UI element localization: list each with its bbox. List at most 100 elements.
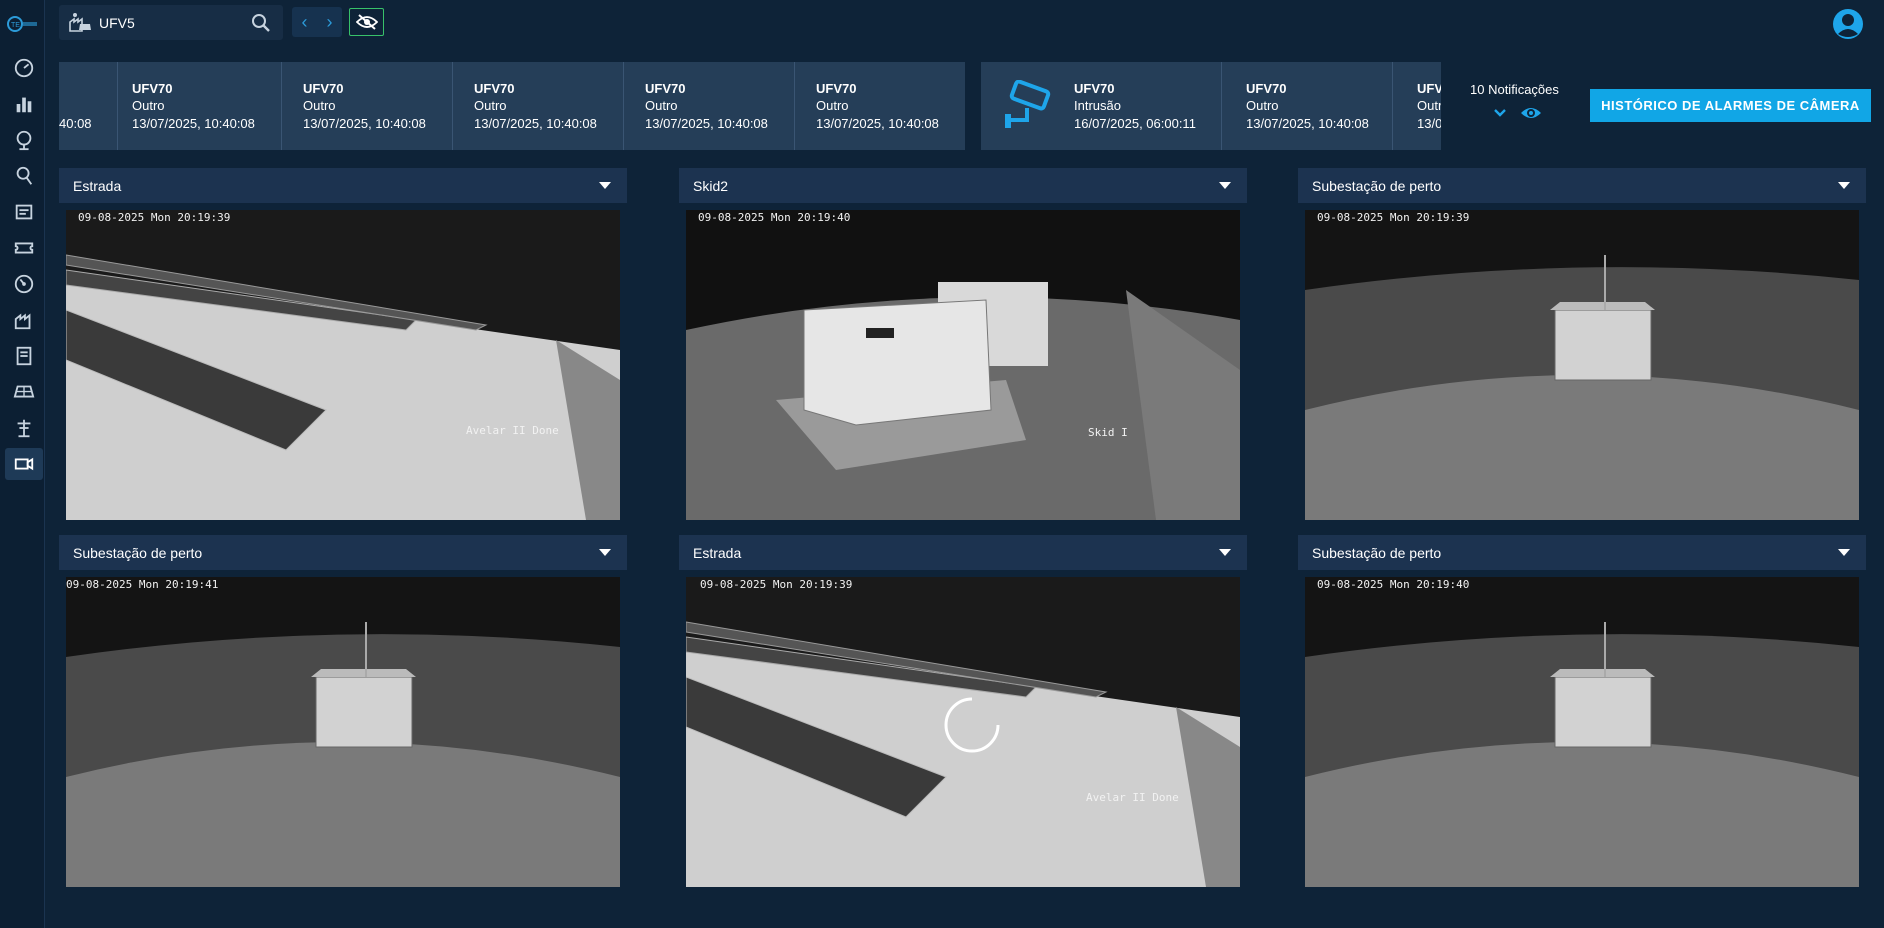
sidebar-item-charts[interactable] [5, 88, 43, 120]
site-navigation: ‹ › [292, 7, 342, 37]
alarm-plant: UFV70 [816, 81, 857, 96]
loading-spinner-icon [944, 697, 1000, 753]
notifications-count: 10 Notificações [1470, 82, 1559, 97]
camera-select-dropdown[interactable]: Skid2 [679, 168, 1247, 203]
alarm-plant: UFV70 [132, 81, 173, 96]
sidebar-item-documents[interactable] [5, 196, 43, 228]
caret-down-icon [599, 182, 611, 189]
alarm-card[interactable]: UFV70 Outro 13/07/2025, 10:40:08 [1222, 62, 1393, 150]
alarm-time: 13/07/2025, 10:40:08 [645, 116, 768, 131]
camera-select-dropdown[interactable]: Estrada [59, 168, 627, 203]
solar-panel-icon [13, 385, 35, 398]
skid-container-scene [686, 210, 1240, 520]
alarm-card[interactable]: UFV Outr 13/0 [1393, 62, 1441, 150]
sidebar-item-plant[interactable] [5, 304, 43, 336]
site-name: UFV5 [99, 15, 135, 31]
camera-select-dropdown[interactable]: Estrada [679, 535, 1247, 570]
plant-icon [14, 313, 31, 330]
alarm-card[interactable]: UFV70 Outro 13/07/2025, 10:40:08 [111, 62, 282, 150]
camera-tile: Estrada 09-08-2025 Mon 20:19:39 Avelar I… [679, 535, 1247, 893]
alarm-type: Outro [303, 98, 336, 113]
report-icon [16, 346, 32, 366]
alarm-plant: UFV70 [1246, 81, 1287, 96]
camera-feed[interactable]: 09-08-2025 Mon 20:19:39 Avelar II Done [66, 210, 620, 520]
alarm-type: Outr [1417, 98, 1441, 113]
caret-down-icon [1838, 549, 1850, 556]
camera-overlay-text: Avelar II Done [1086, 791, 1179, 804]
alarm-time: 13/0 [1417, 116, 1441, 131]
eye-icon[interactable] [1520, 104, 1542, 122]
video-camera-icon [14, 457, 34, 471]
alarm-type: Outro [645, 98, 678, 113]
substation-scene [1305, 210, 1859, 520]
camera-name: Estrada [73, 178, 122, 194]
alarm-time: 13/07/2025, 10:40:08 [132, 116, 255, 131]
alarm-card[interactable]: 40:08 [59, 62, 118, 150]
caret-down-icon [1838, 182, 1850, 189]
alarm-card-intrusion[interactable]: UFV70 Intrusão 16/07/2025, 06:00:11 [981, 62, 1222, 150]
solar-field-scene [66, 210, 620, 520]
camera-feed[interactable]: 09-08-2025 Mon 20:19:39 Avelar II Done [686, 577, 1240, 887]
search-icon[interactable] [250, 12, 272, 34]
sidebar-item-reports[interactable] [5, 340, 43, 372]
substation-scene [66, 577, 620, 887]
sidebar-item-cameras[interactable] [5, 448, 43, 480]
camera-feed[interactable]: 09-08-2025 Mon 20:19:40 [1305, 577, 1859, 887]
camera-name: Subestação de perto [1312, 178, 1442, 194]
camera-tile: Subestação de perto 09-08-2025 Mon 20:19… [1298, 535, 1866, 893]
camera-name: Subestação de perto [1312, 545, 1442, 561]
alarm-time: 13/07/2025, 10:40:08 [303, 116, 426, 131]
alarm-type: Outro [816, 98, 849, 113]
substation-scene [1305, 577, 1859, 887]
sidebar-item-tower[interactable] [5, 412, 43, 444]
ticket-icon [14, 242, 34, 254]
camera-tile: Subestação de perto 09-08-2025 Mon 20:19… [59, 535, 627, 893]
prev-site-button[interactable]: ‹ [298, 7, 312, 37]
sidebar-item-tickets[interactable] [5, 232, 43, 264]
sidebar-item-inspection[interactable] [5, 160, 43, 192]
camera-alarm-history-button[interactable]: HISTÓRICO DE ALARMES DE CÂMERA [1590, 89, 1871, 122]
user-avatar-icon[interactable] [1832, 8, 1864, 40]
sidebar-item-dashboard[interactable] [5, 52, 43, 84]
camera-select-dropdown[interactable]: Subestação de perto [1298, 168, 1866, 203]
camera-select-dropdown[interactable]: Subestação de perto [59, 535, 627, 570]
bar-chart-icon [16, 97, 32, 113]
alarm-card[interactable]: UFV70 Outro 13/07/2025, 10:40:08 [795, 62, 965, 150]
svg-text:TE: TE [11, 22, 20, 29]
camera-feed[interactable]: 09-08-2025 Mon 20:19:39 [1305, 210, 1859, 520]
next-site-button[interactable]: › [323, 7, 337, 37]
solar-plant-icon [69, 13, 91, 32]
camera-tile: Estrada 09-08-2025 Mon 20:19:39 Avelar I… [59, 168, 627, 526]
tower-icon [17, 419, 31, 438]
alarm-card[interactable]: UFV70 Outro 13/07/2025, 10:40:08 [453, 62, 624, 150]
alarm-time: 16/07/2025, 06:00:11 [1074, 116, 1196, 131]
sidebar-item-performance[interactable] [5, 268, 43, 300]
alarm-time: 13/07/2025, 10:40:08 [474, 116, 597, 131]
camera-name: Skid2 [693, 178, 729, 194]
camera-select-dropdown[interactable]: Subestação de perto [1298, 535, 1866, 570]
alarm-plant: UFV70 [645, 81, 686, 96]
camera-timestamp: 09-08-2025 Mon 20:19:40 [698, 211, 851, 224]
camera-overlay-text: Skid I [1088, 426, 1128, 439]
alarm-time: 13/07/2025, 10:40:08 [1246, 116, 1369, 131]
search-person-icon [16, 166, 33, 185]
chevron-down-icon[interactable] [1491, 104, 1509, 122]
camera-timestamp: 09-08-2025 Mon 20:19:40 [1317, 578, 1470, 591]
camera-feed[interactable]: 09-08-2025 Mon 20:19:40 Skid I [686, 210, 1240, 520]
sidebar-item-map[interactable] [5, 124, 43, 156]
visibility-toggle-button[interactable] [349, 8, 384, 36]
dashboard-gauge-icon [14, 58, 34, 78]
alarm-card[interactable]: UFV70 Outro 13/07/2025, 10:40:08 [282, 62, 453, 150]
alarm-type: Outro [132, 98, 165, 113]
camera-timestamp: 09-08-2025 Mon 20:19:39 [1317, 211, 1470, 224]
security-camera-icon [1005, 80, 1051, 128]
camera-tile: Subestação de perto 09-08-2025 Mon 20:19… [1298, 168, 1866, 526]
camera-feed[interactable]: 09-08-2025 Mon 20:19:41 [66, 577, 620, 887]
sidebar-item-solar[interactable] [5, 376, 43, 408]
caret-down-icon [1219, 549, 1231, 556]
speedometer-icon [14, 274, 34, 294]
alarm-card[interactable]: UFV70 Outro 13/07/2025, 10:40:08 [624, 62, 795, 150]
camera-timestamp: 09-08-2025 Mon 20:19:39 [78, 211, 231, 224]
caret-down-icon [1219, 182, 1231, 189]
alarm-plant: UFV [1417, 81, 1441, 96]
